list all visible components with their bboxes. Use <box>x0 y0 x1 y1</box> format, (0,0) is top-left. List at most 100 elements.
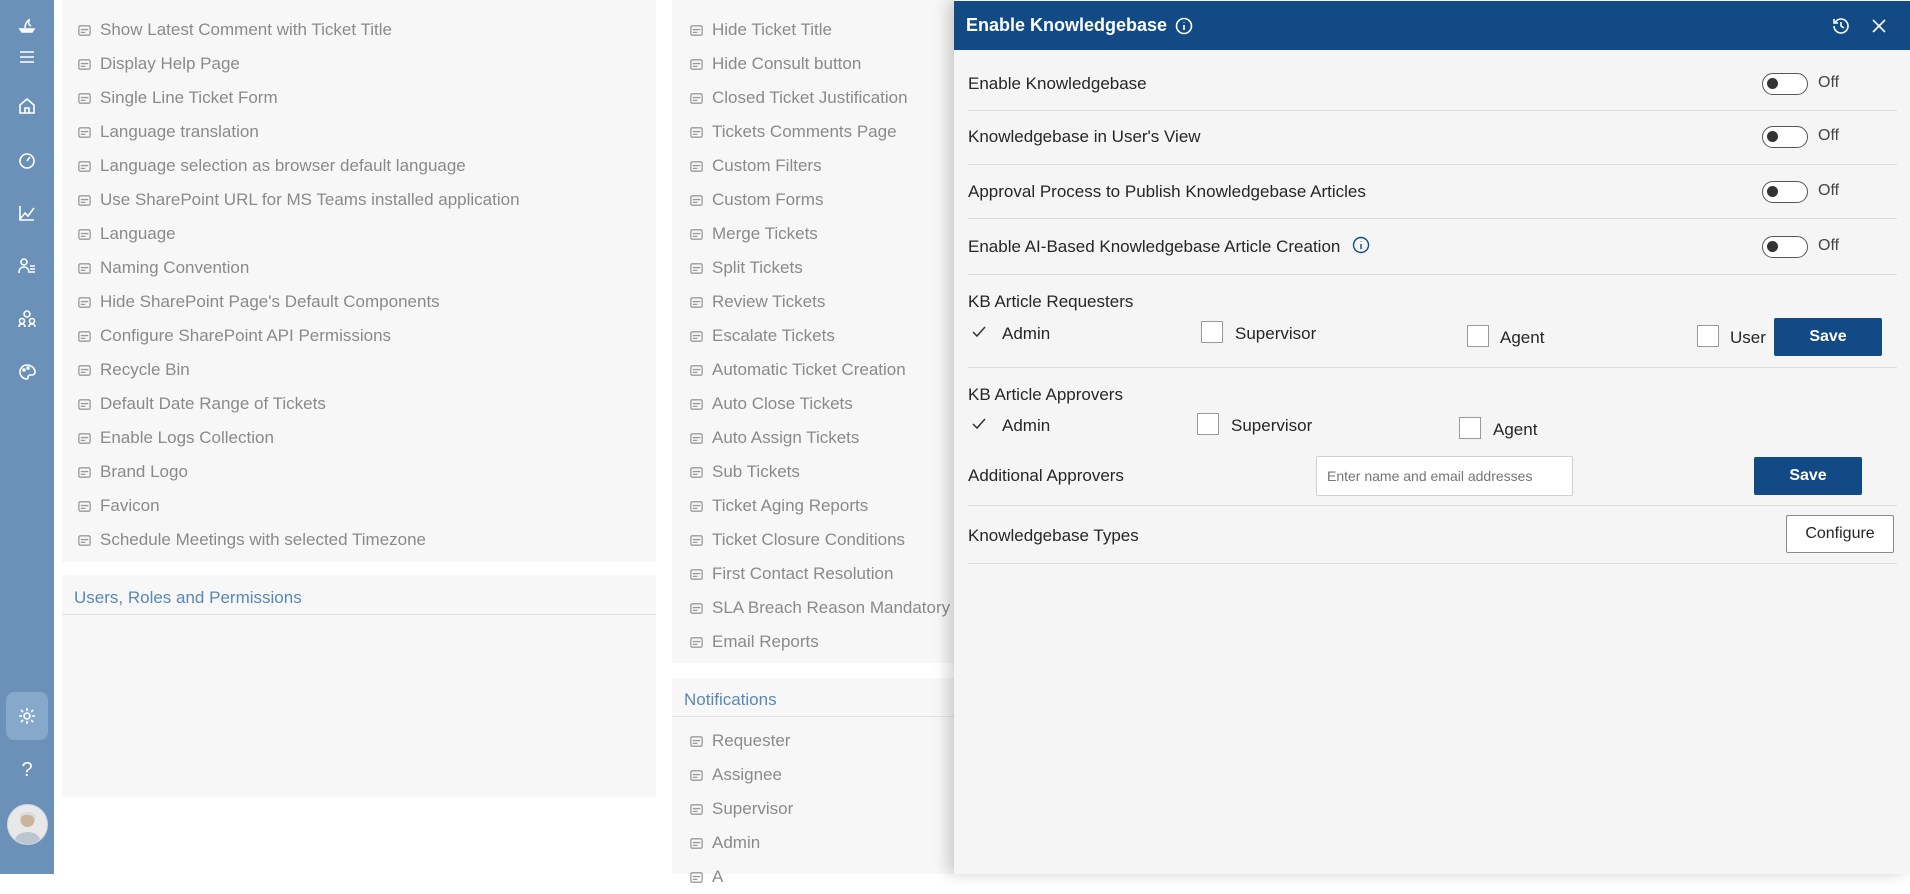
badge-icon <box>76 464 92 480</box>
home-icon[interactable] <box>0 88 54 124</box>
toggle-state: Off <box>1818 182 1840 199</box>
checkbox-label: Agent <box>1500 328 1545 347</box>
contact-icon <box>688 566 704 582</box>
settings-link-label: Use SharePoint URL for MS Teams installe… <box>100 190 520 209</box>
justify-icon <box>688 90 704 106</box>
approver-agent-checkbox[interactable] <box>1459 417 1481 439</box>
settings-link[interactable]: Show Latest Comment with Ticket Title <box>76 13 392 47</box>
history-icon[interactable] <box>1830 15 1852 37</box>
settings-link[interactable]: Configure SharePoint API Permissions <box>76 319 391 353</box>
settings-link[interactable]: Requester <box>688 724 790 758</box>
settings-link[interactable]: Supervisor <box>688 792 793 826</box>
settings-link[interactable]: Admin <box>688 826 760 860</box>
users-icon[interactable] <box>0 248 54 284</box>
teams-icon[interactable] <box>0 301 54 337</box>
enable-kb-toggle[interactable] <box>1762 73 1808 95</box>
settings-link[interactable]: Enable Logs Collection <box>76 421 274 455</box>
calendar-icon <box>76 396 92 412</box>
approver-supervisor-checkbox[interactable] <box>1197 413 1219 435</box>
settings-link[interactable]: Custom Filters <box>688 149 822 183</box>
settings-link[interactable]: Language selection as browser default la… <box>76 149 466 183</box>
settings-link[interactable]: Email Reports <box>688 625 819 659</box>
settings-link[interactable]: Hide Ticket Title <box>688 13 832 47</box>
settings-link[interactable]: SLA Breach Reason Mandatory <box>688 591 950 625</box>
settings-link[interactable]: Merge Tickets <box>688 217 818 251</box>
requesters-save-button[interactable]: Save <box>1774 318 1882 356</box>
requester-user-checkbox[interactable] <box>1697 325 1719 347</box>
settings-link[interactable]: Favicon <box>76 489 160 523</box>
settings-link[interactable]: Automatic Ticket Creation <box>688 353 906 387</box>
settings-link[interactable]: Split Tickets <box>688 251 803 285</box>
globe-icon <box>76 532 92 548</box>
settings-link-label: Sub Tickets <box>712 462 800 481</box>
settings-link-label: SLA Breach Reason Mandatory <box>712 598 951 617</box>
square-icon <box>688 498 704 514</box>
settings-link[interactable]: Hide Consult button <box>688 47 861 81</box>
ai-kb-toggle[interactable] <box>1762 236 1808 258</box>
settings-link[interactable]: Language translation <box>76 115 259 149</box>
settings-link[interactable]: Tickets Comments Page <box>688 115 897 149</box>
toggle-row-users-view: Knowledgebase in User's View Off <box>968 111 1897 165</box>
settings-link[interactable]: Ticket Aging Reports <box>688 489 868 523</box>
requester-admin-checkbox[interactable] <box>968 321 990 343</box>
info-icon[interactable] <box>1175 17 1193 35</box>
users-view-toggle[interactable] <box>1762 126 1808 148</box>
settings-link[interactable]: Auto Close Tickets <box>688 387 853 421</box>
settings-link[interactable]: Use SharePoint URL for MS Teams installe… <box>76 183 520 217</box>
additional-approvers-label: Additional Approvers <box>968 466 1124 485</box>
consult-icon <box>688 56 704 72</box>
settings-link[interactable]: Hide SharePoint Page's Default Component… <box>76 285 440 319</box>
split-icon <box>688 260 704 276</box>
language-icon <box>76 226 92 242</box>
requester-agent-checkbox[interactable] <box>1467 325 1489 347</box>
settings-link[interactable]: Single Line Ticket Form <box>76 81 278 115</box>
color-icon[interactable] <box>0 354 54 390</box>
toggle-state: Off <box>1818 127 1840 144</box>
additional-approvers-input[interactable] <box>1316 456 1573 496</box>
settings-link-label: Ticket Closure Conditions <box>712 530 906 549</box>
settings-link-label: Assignee <box>712 765 782 784</box>
settings-link[interactable]: Schedule Meetings with selected Timezone <box>76 523 426 557</box>
settings-link-label: Language translation <box>100 122 259 141</box>
configure-button[interactable]: Configure <box>1786 515 1894 553</box>
settings-link-label: Requester <box>712 731 791 750</box>
toggle-label: Enable Knowledgebase <box>968 74 1147 93</box>
dashboard-icon[interactable] <box>0 142 54 178</box>
settings-link[interactable]: A <box>688 860 723 894</box>
settings-link[interactable]: Review Tickets <box>688 285 825 319</box>
settings-link-label: Email Reports <box>712 632 819 651</box>
menu-icon[interactable] <box>0 39 54 75</box>
knowledgebase-drawer: Enable Knowledgebase Enable Knowledgebas… <box>954 0 1910 874</box>
requester-supervisor-checkbox[interactable] <box>1201 321 1223 343</box>
settings-link[interactable]: Default Date Range of Tickets <box>76 387 326 421</box>
settings-link[interactable]: Auto Assign Tickets <box>688 421 859 455</box>
settings-link[interactable]: Recycle Bin <box>76 353 190 387</box>
info-icon[interactable] <box>1352 236 1370 254</box>
settings-link[interactable]: Brand Logo <box>76 455 188 489</box>
settings-link[interactable]: Closed Ticket Justification <box>688 81 908 115</box>
reports-icon[interactable] <box>0 195 54 231</box>
settings-link[interactable]: Language <box>76 217 176 251</box>
settings-link[interactable]: First Contact Resolution <box>688 557 893 591</box>
approval-toggle[interactable] <box>1762 181 1808 203</box>
settings-link[interactable]: Custom Forms <box>688 183 823 217</box>
toggle-row-enable-kb: Enable Knowledgebase Off <box>968 60 1897 111</box>
help-icon[interactable]: ? <box>0 752 54 788</box>
divider <box>672 716 962 717</box>
settings-link-label: Admin <box>712 833 761 852</box>
settings-link[interactable]: Sub Tickets <box>688 455 800 489</box>
toggle-row-approval: Approval Process to Publish Knowledgebas… <box>968 165 1897 219</box>
link-icon <box>76 192 92 208</box>
settings-link[interactable]: Ticket Closure Conditions <box>688 523 905 557</box>
settings-link[interactable]: Assignee <box>688 758 782 792</box>
settings-link[interactable]: Naming Convention <box>76 251 249 285</box>
close-icon[interactable] <box>1868 15 1890 37</box>
toggle-row-ai-kb: Enable AI-Based Knowledgebase Article Cr… <box>968 219 1897 275</box>
settings-link[interactable]: Display Help Page <box>76 47 240 81</box>
settings-gear-icon[interactable] <box>6 692 48 740</box>
message-icon <box>688 835 704 851</box>
approver-admin-checkbox[interactable] <box>968 413 990 435</box>
settings-link[interactable]: Escalate Tickets <box>688 319 835 353</box>
avatar[interactable] <box>7 804 48 845</box>
approvers-save-button[interactable]: Save <box>1754 457 1862 495</box>
